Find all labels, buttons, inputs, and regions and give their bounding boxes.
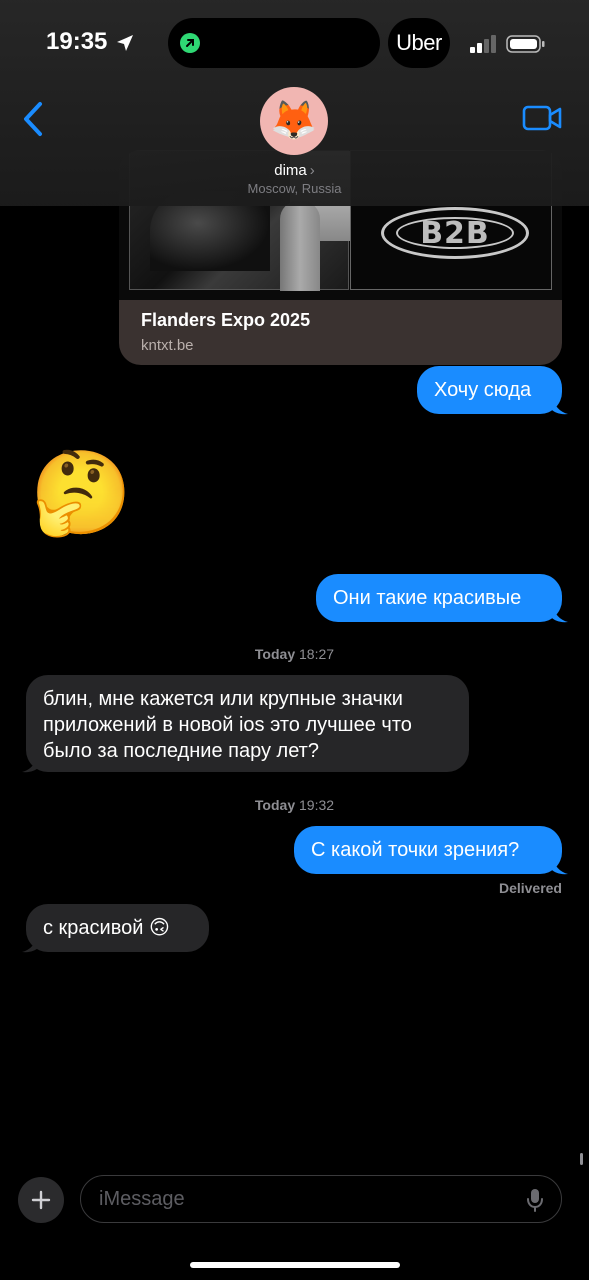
chevron-right-icon: › [309, 162, 315, 179]
conversation-header: 19:35 Uber 🦊 dima › Moscow, Russia [0, 0, 589, 206]
imessage-placeholder: iMessage [99, 1188, 185, 1210]
facetime-video-icon[interactable] [522, 104, 562, 132]
imessage-input[interactable]: iMessage [80, 1175, 562, 1223]
message-bubble-outgoing[interactable]: Хочу сюда [417, 366, 562, 414]
scroll-indicator[interactable] [580, 1153, 583, 1165]
uber-label: Uber [396, 30, 442, 55]
bubble-tail [552, 396, 568, 415]
message-bubble-incoming[interactable]: блин, мне кажется или крупные значки при… [26, 675, 469, 772]
plus-icon [31, 1190, 51, 1210]
bubble-tail [22, 754, 38, 773]
back-chevron-icon[interactable] [18, 98, 48, 140]
delivered-status: Delivered [498, 880, 562, 896]
dynamic-island[interactable] [168, 18, 380, 68]
message-bubble-outgoing[interactable]: Они такие красивые [316, 574, 562, 622]
status-time: 19:35 [46, 28, 108, 55]
b2b-logo: B2B [381, 207, 529, 259]
thinking-face-emoji-message[interactable]: 🤔 [30, 446, 132, 542]
bubble-tail [552, 856, 568, 875]
link-preview-title: Flanders Expo 2025 [141, 310, 311, 330]
fox-avatar-icon: 🦊 [270, 100, 318, 142]
home-indicator[interactable] [190, 1262, 400, 1268]
uber-live-activity[interactable]: Uber [388, 18, 450, 68]
message-bubble-outgoing[interactable]: С какой точки зрения? [294, 826, 562, 874]
live-activity-icon [180, 33, 200, 53]
contact-location: Moscow, Russia [247, 181, 342, 196]
bubble-tail [22, 934, 38, 953]
message-timestamp: Today 18:27 [254, 646, 335, 662]
link-preview-domain: kntxt.be [141, 337, 194, 354]
microphone-icon[interactable] [525, 1188, 545, 1212]
location-arrow-icon [117, 35, 133, 51]
contact-name[interactable]: dima › [0, 162, 589, 179]
battery-icon [506, 35, 545, 53]
bubble-tail [552, 604, 568, 623]
cellular-signal-icon [470, 35, 496, 53]
message-bubble-incoming[interactable]: с красивой 🙃 [26, 904, 209, 952]
message-timestamp: Today 19:32 [254, 797, 335, 813]
add-attachment-button[interactable] [18, 1177, 64, 1223]
messages-screen: B2B Flanders Expo 2025 kntxt.be 19:35 Ub… [0, 0, 589, 1280]
contact-avatar[interactable]: 🦊 [260, 87, 328, 155]
